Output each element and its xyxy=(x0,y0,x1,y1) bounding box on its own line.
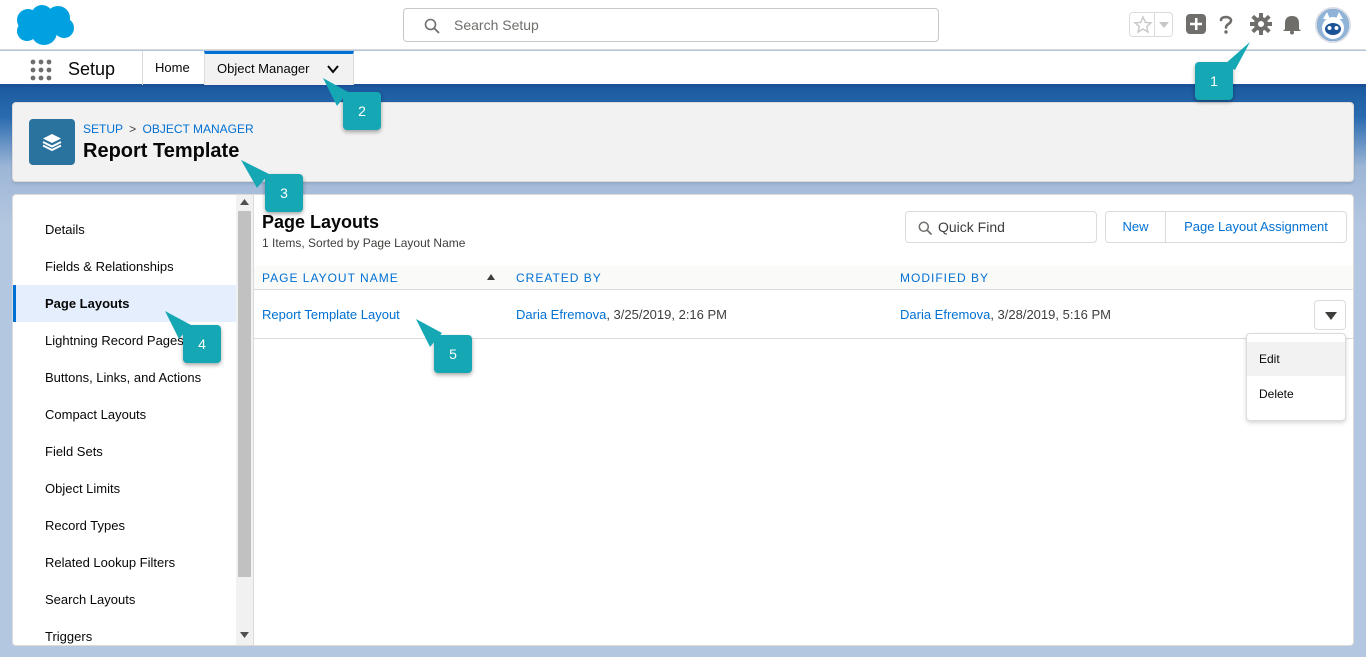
column-header-page-layout-name[interactable]: PAGE LAYOUT NAME xyxy=(262,271,399,285)
favorites-button-group[interactable] xyxy=(1129,12,1173,37)
sidebar-item-page-layouts[interactable]: Page Layouts xyxy=(13,285,236,322)
layout-name-cell: Report Template Layout xyxy=(262,307,400,322)
callout-pointer xyxy=(241,160,269,188)
callout-1: 1 xyxy=(1195,42,1250,100)
gear-icon[interactable] xyxy=(1250,13,1272,35)
callout-pointer xyxy=(1225,42,1250,70)
quick-find-input[interactable] xyxy=(938,212,1088,242)
created-date: , 3/25/2019, 2:16 PM xyxy=(606,307,728,322)
layers-icon xyxy=(42,134,62,152)
callout-3: 3 xyxy=(241,160,303,212)
breadcrumb: SETUP > OBJECT MANAGER xyxy=(83,122,254,136)
notifications-bell-icon[interactable] xyxy=(1281,13,1303,35)
callout-pointer xyxy=(165,311,191,339)
callout-5: 5 xyxy=(416,319,472,373)
chevron-down-icon[interactable] xyxy=(327,64,339,74)
search-icon xyxy=(424,18,440,34)
callout-pointer xyxy=(416,319,442,347)
app-launcher-icon[interactable] xyxy=(30,59,52,81)
modified-by-user-link[interactable]: Daria Efremova xyxy=(900,307,990,322)
astro-avatar-icon xyxy=(1317,9,1349,41)
breadcrumb-setup[interactable]: SETUP xyxy=(83,122,123,136)
row-actions-button[interactable] xyxy=(1314,300,1346,330)
app-name: Setup xyxy=(68,59,116,79)
sidebar-item-fields-relationships[interactable]: Fields & Relationships xyxy=(13,248,236,285)
page-title: Report Template xyxy=(83,140,240,162)
column-header-modified-by[interactable]: MODIFIED BY xyxy=(900,271,989,285)
sidebar-scrollbar[interactable] xyxy=(236,195,253,645)
scrollbar-thumb[interactable] xyxy=(238,211,251,577)
section-title: Page Layouts xyxy=(262,212,380,232)
chevron-down-icon xyxy=(1325,312,1337,320)
callout-2: 2 xyxy=(323,78,381,130)
sidebar-item-object-limits[interactable]: Object Limits xyxy=(13,470,236,507)
sidebar-item-field-sets[interactable]: Field Sets xyxy=(13,433,236,470)
global-search-input[interactable] xyxy=(454,9,924,41)
row-actions-menu: Edit Delete xyxy=(1246,333,1346,421)
user-avatar[interactable] xyxy=(1315,7,1351,43)
column-header-created-by[interactable]: CREATED BY xyxy=(516,271,602,285)
scroll-up-arrow-icon[interactable] xyxy=(240,199,249,205)
callout-3-label: 3 xyxy=(280,185,288,201)
tab-home[interactable]: Home xyxy=(142,51,204,85)
page-layout-assignment-button[interactable]: Page Layout Assignment xyxy=(1166,212,1346,242)
modified-by-cell: Daria Efremova, 3/28/2019, 5:16 PM xyxy=(900,307,1111,322)
favorites-divider xyxy=(1154,13,1155,36)
created-by-cell: Daria Efremova, 3/25/2019, 2:16 PM xyxy=(516,307,727,322)
quick-find[interactable] xyxy=(905,211,1097,243)
global-search[interactable] xyxy=(403,8,939,42)
breadcrumb-object-manager[interactable]: OBJECT MANAGER xyxy=(143,122,254,136)
callout-1-label: 1 xyxy=(1210,73,1218,89)
sidebar-item-details[interactable]: Details xyxy=(13,211,236,248)
salesforce-logo[interactable] xyxy=(14,4,76,46)
object-header: SETUP > OBJECT MANAGER Report Template xyxy=(12,102,1354,182)
favorites-dropdown-icon[interactable] xyxy=(1158,21,1170,29)
sidebar-item-search-layouts[interactable]: Search Layouts xyxy=(13,581,236,618)
modified-date: , 3/28/2019, 5:16 PM xyxy=(990,307,1112,322)
section-subtitle: 1 Items, Sorted by Page Layout Name xyxy=(262,236,466,250)
context-navigation-bar: Setup Home Object Manager xyxy=(0,51,1366,87)
page-layouts-panel: Page Layouts 1 Items, Sorted by Page Lay… xyxy=(253,195,1353,645)
sidebar-item-record-types[interactable]: Record Types xyxy=(13,507,236,544)
global-actions-icon[interactable] xyxy=(1185,13,1207,35)
callout-4: 4 xyxy=(165,311,221,363)
table-header: PAGE LAYOUT NAME CREATED BY MODIFIED BY xyxy=(254,266,1353,290)
callout-pointer xyxy=(323,78,348,106)
star-icon[interactable] xyxy=(1133,15,1153,35)
object-sidebar: Details Fields & Relationships Page Layo… xyxy=(13,195,236,645)
callout-2-label: 2 xyxy=(358,103,366,119)
search-icon xyxy=(918,221,932,235)
callout-5-label: 5 xyxy=(449,346,457,362)
new-button[interactable]: New xyxy=(1106,212,1166,242)
sidebar-item-compact-layouts[interactable]: Compact Layouts xyxy=(13,396,236,433)
object-icon xyxy=(29,119,75,165)
sidebar-item-triggers[interactable]: Triggers xyxy=(13,618,236,645)
main-card: Details Fields & Relationships Page Layo… xyxy=(12,194,1354,646)
global-header xyxy=(0,0,1366,50)
menu-item-edit[interactable]: Edit xyxy=(1247,342,1345,376)
sort-ascending-icon[interactable] xyxy=(487,274,495,280)
layout-actions: New Page Layout Assignment xyxy=(1105,211,1347,243)
help-icon[interactable] xyxy=(1215,13,1237,35)
menu-item-delete[interactable]: Delete xyxy=(1247,377,1345,411)
sidebar-item-buttons-links-actions[interactable]: Buttons, Links, and Actions xyxy=(13,359,236,396)
callout-4-label: 4 xyxy=(198,336,206,352)
created-by-user-link[interactable]: Daria Efremova xyxy=(516,307,606,322)
tab-object-manager-label: Object Manager xyxy=(217,61,310,76)
breadcrumb-separator: > xyxy=(129,122,137,136)
scroll-down-arrow-icon[interactable] xyxy=(240,632,249,638)
sidebar-item-related-lookup-filters[interactable]: Related Lookup Filters xyxy=(13,544,236,581)
layout-name-link[interactable]: Report Template Layout xyxy=(262,307,400,322)
